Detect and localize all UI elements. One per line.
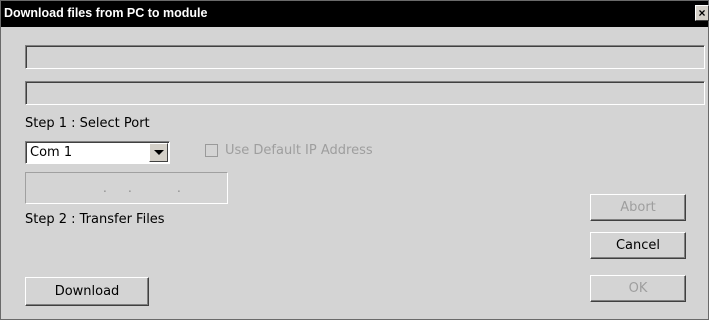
cancel-button-label: Cancel	[615, 238, 661, 253]
port-select-value: Com 1	[30, 145, 73, 160]
use-default-ip-checkbox[interactable]	[205, 144, 218, 157]
download-dialog: Download files from PC to module × Step …	[0, 0, 709, 320]
abort-button-label: Abort	[620, 200, 656, 215]
ok-button[interactable]: OK	[590, 275, 686, 302]
step1-label: Step 1 : Select Port	[25, 116, 150, 131]
port-select[interactable]: Com 1	[25, 141, 170, 164]
ip-address-field[interactable]: . . .	[25, 172, 228, 204]
chevron-down-icon[interactable]	[149, 143, 168, 162]
cancel-button[interactable]: Cancel	[590, 232, 686, 259]
status-field-1	[25, 45, 705, 69]
status-field-2	[25, 81, 705, 105]
ip-separator: .	[103, 181, 107, 195]
use-default-ip-label: Use Default IP Address	[225, 143, 373, 158]
download-button[interactable]: Download	[25, 277, 149, 306]
ok-button-label: OK	[628, 281, 648, 296]
ip-separator: .	[177, 181, 181, 195]
close-icon: ×	[698, 6, 706, 20]
download-button-label: Download	[54, 284, 120, 299]
ip-separator: .	[128, 181, 132, 195]
step2-label: Step 2 : Transfer Files	[25, 212, 165, 227]
title-bar: Download files from PC to module ×	[1, 1, 709, 27]
close-button[interactable]: ×	[695, 5, 709, 21]
abort-button[interactable]: Abort	[590, 194, 686, 221]
dialog-title: Download files from PC to module	[4, 6, 208, 20]
